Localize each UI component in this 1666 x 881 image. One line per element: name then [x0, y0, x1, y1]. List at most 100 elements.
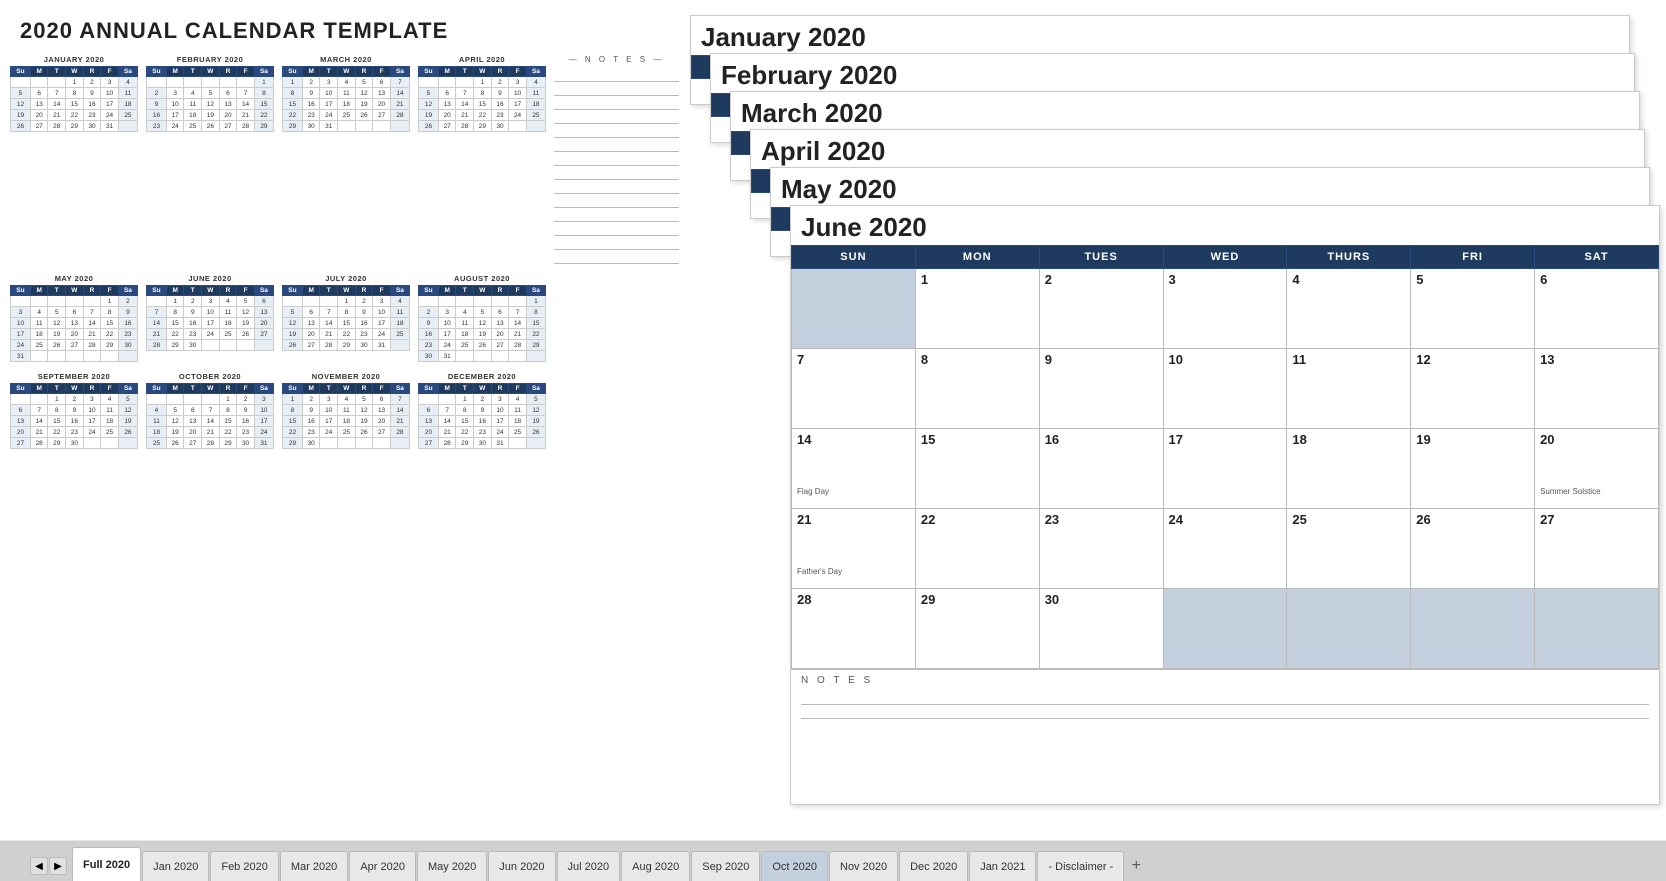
jun-notes-label: N O T E S [801, 675, 1649, 686]
jun-cell-25: 25 [1287, 509, 1411, 589]
jun-cell-17: 17 [1163, 429, 1287, 509]
tab-apr-2020[interactable]: Apr 2020 [349, 851, 416, 881]
jun-cell-empty-3 [1287, 589, 1411, 669]
jun-cell-20: 20 Summer Solstice [1535, 429, 1659, 509]
mini-cal-nov-title: NOVEMBER 2020 [282, 372, 410, 381]
tab-disclaimer[interactable]: - Disclaimer - [1037, 851, 1124, 881]
mini-cal-row-1: JANUARY 2020 SuMTWRFSa 1234 567891011 12… [10, 55, 680, 264]
jun-cell-1: 1 [915, 269, 1039, 349]
tab-feb-2020[interactable]: Feb 2020 [210, 851, 278, 881]
flag-day-note: Flag Day [797, 487, 910, 496]
jun-cell-10: 10 [1163, 349, 1287, 429]
mini-calendars: JANUARY 2020 SuMTWRFSa 1234 567891011 12… [10, 55, 680, 459]
jun-cell-16: 16 [1039, 429, 1163, 509]
jun-week-4: 21 Father's Day 22 23 24 25 26 27 [792, 509, 1659, 589]
mini-cal-sep-title: SEPTEMBER 2020 [10, 372, 138, 381]
notes-section: — N O T E S — [554, 55, 679, 264]
jun-cell-6: 6 [1535, 269, 1659, 349]
mini-cal-feb-title: FEBRUARY 2020 [146, 55, 274, 64]
jun-cell-2: 2 [1039, 269, 1163, 349]
mini-cal-mar-title: MARCH 2020 [282, 55, 410, 64]
jun-col-tue: TUES [1039, 246, 1163, 269]
mini-cal-jan-title: JANUARY 2020 [10, 55, 138, 64]
tab-sep-2020[interactable]: Sep 2020 [691, 851, 760, 881]
tab-oct-2020[interactable]: Oct 2020 [761, 851, 828, 881]
stacked-cal-jun: June 2020 SUN MON TUES WED THURS FRI SAT [790, 205, 1660, 805]
sc-feb-title: February 2020 [711, 54, 1634, 93]
mini-cal-jun: JUNE 2020 SuMTWRFSa 123456 78910111213 1… [146, 274, 274, 362]
mini-cal-apr-title: APRIL 2020 [418, 55, 546, 64]
notes-title: — N O T E S — [554, 55, 679, 64]
jun-cell-29: 29 [915, 589, 1039, 669]
tab-jul-2020[interactable]: Jul 2020 [557, 851, 621, 881]
mini-cal-dec: DECEMBER 2020 SuMTWRFSa 12345 6789101112… [418, 372, 546, 449]
jun-cell-14: 14 Flag Day [792, 429, 916, 509]
mini-cal-sep: SEPTEMBER 2020 SuMTWRFSa 12345 678910111… [10, 372, 138, 449]
jun-cell-13: 13 [1535, 349, 1659, 429]
tab-nov-2020[interactable]: Nov 2020 [829, 851, 898, 881]
page-title: 2020 ANNUAL CALENDAR TEMPLATE [20, 18, 448, 44]
jun-cell-18: 18 [1287, 429, 1411, 509]
jun-cell-23: 23 [1039, 509, 1163, 589]
tab-full-2020[interactable]: Full 2020 [72, 847, 141, 881]
jun-col-wed: WED [1163, 246, 1287, 269]
tab-nav-right[interactable]: ▶ [49, 857, 67, 875]
jun-cell-empty-5 [1535, 589, 1659, 669]
jun-cell-12: 12 [1411, 349, 1535, 429]
mini-cal-nov: NOVEMBER 2020 SuMTWRFSa 1234567 89101112… [282, 372, 410, 449]
sc-jun-title: June 2020 [791, 206, 1659, 245]
mini-cal-jul-title: JULY 2020 [282, 274, 410, 283]
jun-week-1: 1 2 3 4 5 6 [792, 269, 1659, 349]
jun-cell-24: 24 [1163, 509, 1287, 589]
jun-cell-3: 3 [1163, 269, 1287, 349]
tab-mar-2020[interactable]: Mar 2020 [280, 851, 348, 881]
jun-cell-7: 7 [792, 349, 916, 429]
jun-cell-28: 28 [792, 589, 916, 669]
mini-cal-jul: JULY 2020 SuMTWRFSa 1234 567891011 12131… [282, 274, 410, 362]
jun-cell-empty-4 [1411, 589, 1535, 669]
main-area: 2020 ANNUAL CALENDAR TEMPLATE JANUARY 20… [0, 0, 1666, 840]
jun-cell-5: 5 [1411, 269, 1535, 349]
mini-cal-may-title: MAY 2020 [10, 274, 138, 283]
jun-cell-8: 8 [915, 349, 1039, 429]
jun-cell-9: 9 [1039, 349, 1163, 429]
jun-cell-26: 26 [1411, 509, 1535, 589]
tab-jan-2020[interactable]: Jan 2020 [142, 851, 209, 881]
mini-cal-apr: APRIL 2020 SuMTWRFSa 1234 567891011 1213… [418, 55, 546, 264]
jun-col-sat: SAT [1535, 246, 1659, 269]
jun-week-3: 14 Flag Day 15 16 17 18 19 20 Summer Sol… [792, 429, 1659, 509]
sc-may-title: May 2020 [771, 168, 1649, 207]
tab-add-button[interactable]: + [1125, 855, 1147, 877]
tab-may-2020[interactable]: May 2020 [417, 851, 487, 881]
tab-jun-2020[interactable]: Jun 2020 [488, 851, 555, 881]
jun-col-fri: FRI [1411, 246, 1535, 269]
mini-cal-mar: MARCH 2020 SuMTWRFSa 1234567 89101112131… [282, 55, 410, 264]
jun-cell-19: 19 [1411, 429, 1535, 509]
sc-apr-title: April 2020 [751, 130, 1644, 169]
jun-notes-section: N O T E S [791, 669, 1659, 724]
tab-nav-left[interactable]: ◀ [30, 857, 48, 875]
jun-cell-empty-2 [1163, 589, 1287, 669]
jun-cell-4: 4 [1287, 269, 1411, 349]
mini-cal-oct-title: OCTOBER 2020 [146, 372, 274, 381]
jun-week-5: 28 29 30 [792, 589, 1659, 669]
jun-cal-table: SUN MON TUES WED THURS FRI SAT 1 2 3 [791, 245, 1659, 669]
sc-mar-title: March 2020 [731, 92, 1639, 131]
mini-cal-jun-title: JUNE 2020 [146, 274, 274, 283]
sc-jan-title: January 2020 [691, 16, 1629, 55]
notes-lines [554, 68, 679, 264]
tab-bar: ◀ ▶ Full 2020 Jan 2020 Feb 2020 Mar 2020… [0, 841, 1666, 881]
jun-week-2: 7 8 9 10 11 12 13 [792, 349, 1659, 429]
jun-cell-11: 11 [1287, 349, 1411, 429]
mini-cal-aug: AUGUST 2020 SuMTWRFSa 1 2345678 91011121… [418, 274, 546, 362]
mini-cal-aug-title: AUGUST 2020 [418, 274, 546, 283]
jun-cell-empty-1 [792, 269, 916, 349]
mini-cal-row-2: MAY 2020 SuMTWRFSa 12 3456789 1011121314… [10, 274, 680, 362]
jun-col-mon: MON [915, 246, 1039, 269]
fathers-day-note: Father's Day [797, 567, 910, 576]
tab-jan-2021[interactable]: Jan 2021 [969, 851, 1036, 881]
mini-cal-jan: JANUARY 2020 SuMTWRFSa 1234 567891011 12… [10, 55, 138, 264]
tab-dec-2020[interactable]: Dec 2020 [899, 851, 968, 881]
tab-aug-2020[interactable]: Aug 2020 [621, 851, 690, 881]
summer-solstice-note: Summer Solstice [1540, 487, 1653, 496]
